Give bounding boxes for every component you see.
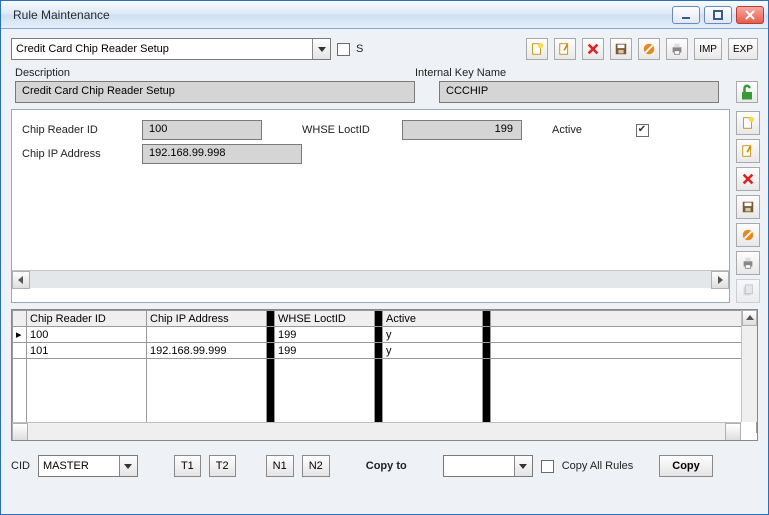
- copy-button[interactable]: Copy: [659, 455, 713, 477]
- s-label: S: [356, 43, 363, 55]
- cell-active[interactable]: y: [383, 343, 483, 359]
- copy-to-label: Copy to: [366, 460, 407, 472]
- rule-select[interactable]: Credit Card Chip Reader Setup: [11, 38, 331, 60]
- scroll-up-icon[interactable]: [742, 310, 757, 326]
- side-delete-button[interactable]: [736, 167, 760, 191]
- titlebar: Rule Maintenance: [1, 1, 768, 29]
- cell-chip-ip[interactable]: 192.168.99.998: [147, 327, 267, 343]
- cid-select[interactable]: MASTER: [38, 455, 138, 477]
- maximize-button[interactable]: [704, 6, 732, 24]
- footer-bar: CID MASTER T1 T2 N1 N2 Copy to Copy All …: [1, 451, 768, 485]
- grid-header-row: Chip Reader ID Chip IP Address WHSE Loct…: [13, 311, 757, 327]
- edit-button[interactable]: [554, 38, 576, 60]
- side-edit-button[interactable]: [736, 139, 760, 163]
- grid-vertical-scrollbar[interactable]: [741, 310, 757, 422]
- col-active[interactable]: Active: [383, 311, 483, 327]
- minimize-button[interactable]: [672, 6, 700, 24]
- active-checkbox[interactable]: [636, 124, 649, 137]
- close-button[interactable]: [736, 6, 764, 24]
- new-button[interactable]: [526, 38, 548, 60]
- cell-whse-loctid[interactable]: 199: [275, 327, 375, 343]
- detail-panel: Chip Reader ID 100 WHSE LoctID 199 Activ…: [11, 109, 730, 303]
- scroll-left-icon[interactable]: [12, 423, 28, 441]
- save-button[interactable]: [610, 38, 632, 60]
- side-print-button[interactable]: [736, 251, 760, 275]
- n2-button[interactable]: N2: [302, 455, 330, 477]
- copy-to-select[interactable]: [443, 455, 533, 477]
- cell-whse-loctid[interactable]: 199: [275, 343, 375, 359]
- whse-loctid-label: WHSE LoctID: [302, 124, 402, 136]
- window-frame: Rule Maintenance Credit Card Chip Reader…: [0, 0, 769, 515]
- description-label: Description: [15, 67, 415, 79]
- t1-button[interactable]: T1: [174, 455, 201, 477]
- cell-chip-ip[interactable]: 192.168.99.999: [147, 343, 267, 359]
- copy-all-checkbox[interactable]: [541, 460, 554, 473]
- col-chip-reader-id[interactable]: Chip Reader ID: [27, 311, 147, 327]
- side-toolbar: [736, 109, 762, 303]
- side-cancel-button[interactable]: [736, 223, 760, 247]
- cell-chip-reader-id[interactable]: 101: [27, 343, 147, 359]
- chip-reader-id-label: Chip Reader ID: [22, 124, 142, 136]
- internal-key-label: Internal Key Name: [415, 67, 754, 79]
- active-label: Active: [552, 124, 612, 136]
- description-field: Credit Card Chip Reader Setup: [15, 81, 415, 103]
- top-toolbar: Credit Card Chip Reader Setup S IMP EXP: [1, 29, 768, 65]
- table-row[interactable]: 101 192.168.99.999 199 y: [13, 343, 757, 359]
- export-button[interactable]: EXP: [728, 38, 758, 60]
- print-button[interactable]: [666, 38, 688, 60]
- scroll-left-icon[interactable]: [12, 271, 30, 289]
- dropdown-icon[interactable]: [514, 456, 532, 476]
- import-button[interactable]: IMP: [694, 38, 722, 60]
- chip-ip-input[interactable]: 192.168.99.998: [142, 144, 302, 164]
- side-save-button[interactable]: [736, 195, 760, 219]
- t2-button[interactable]: T2: [209, 455, 236, 477]
- side-copy-button[interactable]: [736, 279, 760, 303]
- internal-key-field: CCCHIP: [439, 81, 719, 103]
- rules-grid[interactable]: Chip Reader ID Chip IP Address WHSE Loct…: [11, 309, 758, 441]
- cell-active[interactable]: y: [383, 327, 483, 343]
- delete-button[interactable]: [582, 38, 604, 60]
- cid-label: CID: [11, 460, 30, 472]
- dropdown-icon[interactable]: [119, 456, 137, 476]
- n1-button[interactable]: N1: [266, 455, 294, 477]
- cell-chip-reader-id[interactable]: 100: [27, 327, 147, 343]
- detail-horizontal-scrollbar[interactable]: [12, 270, 729, 288]
- side-new-button[interactable]: [736, 111, 760, 135]
- row-indicator-icon: ▸: [13, 327, 27, 343]
- dropdown-icon[interactable]: [312, 39, 330, 59]
- copy-all-label: Copy All Rules: [562, 460, 634, 472]
- scroll-right-icon[interactable]: [711, 271, 729, 289]
- table-row[interactable]: ▸ 100 192.168.99.998 199 y: [13, 327, 757, 343]
- rule-select-value: Credit Card Chip Reader Setup: [12, 43, 312, 55]
- col-chip-ip[interactable]: Chip IP Address: [147, 311, 267, 327]
- chip-ip-label: Chip IP Address: [22, 148, 142, 160]
- cancel-button[interactable]: [638, 38, 660, 60]
- scroll-right-icon[interactable]: [725, 423, 741, 441]
- chip-reader-id-input[interactable]: 100: [142, 120, 262, 140]
- grid-horizontal-scrollbar[interactable]: [12, 422, 741, 440]
- col-whse-loctid[interactable]: WHSE LoctID: [275, 311, 375, 327]
- lock-button[interactable]: [736, 81, 758, 103]
- s-checkbox[interactable]: [337, 43, 350, 56]
- whse-loctid-input[interactable]: 199: [402, 120, 522, 140]
- cid-value: MASTER: [39, 460, 119, 472]
- window-title: Rule Maintenance: [13, 8, 666, 22]
